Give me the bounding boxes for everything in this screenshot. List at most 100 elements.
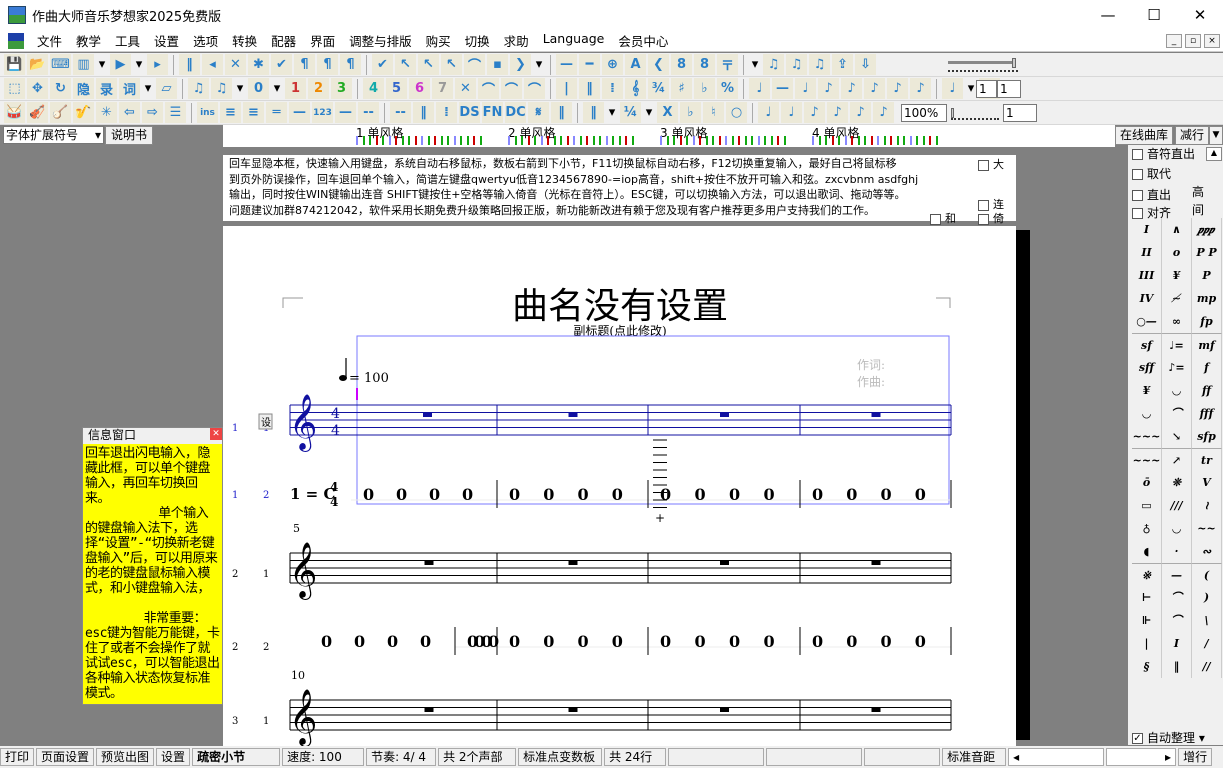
dropdown-arrow-icon[interactable]: ▾ [749, 54, 761, 75]
palette-symbol-button[interactable]: \ [1192, 609, 1222, 632]
tempo-mark[interactable]: = 100 [349, 371, 389, 386]
toolbar-button-icon[interactable]: ▱ [156, 78, 177, 99]
palette-symbol-button[interactable]: III [1132, 264, 1162, 287]
info-close-icon[interactable]: ✕ [210, 428, 222, 440]
manual-button[interactable]: 说明书 [105, 126, 153, 145]
toolbar-button-icon[interactable]: 〒 [717, 54, 738, 75]
toolbar-button-icon[interactable]: ✕ [455, 78, 476, 99]
palette-symbol-button[interactable]: 𝆏𝆏𝆏 [1192, 218, 1222, 241]
toolbar-button-icon[interactable]: ⌨ [50, 54, 71, 75]
toolbar-button-icon[interactable]: ↖ [441, 54, 462, 75]
dropdown-arrow-icon[interactable]: ▾ [643, 102, 655, 123]
app-menu-icon[interactable] [8, 32, 24, 49]
toolbar-button-icon[interactable]: ♪ [818, 78, 839, 99]
toolbar-button-icon[interactable]: ¾ [648, 78, 669, 99]
palette-symbol-button[interactable]: I [1132, 218, 1162, 241]
toolbar-button-icon[interactable]: ♪ [827, 102, 848, 123]
mdi-minimize-button[interactable]: _ [1166, 34, 1182, 48]
palette-symbol-button[interactable]: — [1162, 563, 1192, 586]
lyricist-label[interactable]: 作词: [857, 358, 885, 372]
toolbar-button-icon[interactable]: 5 [386, 78, 407, 99]
toolbar-button-icon[interactable]: | [556, 78, 577, 99]
measure-ruler[interactable]: 1 单风格 2 单风格 3 单风格 4 单风格 [223, 125, 1115, 147]
toolbar-button-icon[interactable]: ❯ [510, 54, 531, 75]
toolbar-button-icon[interactable]: ⇩ [855, 54, 876, 75]
menu-item[interactable]: 转换 [225, 31, 264, 50]
palette-symbol-button[interactable]: ¥ [1162, 264, 1192, 287]
toolbar-button-icon[interactable]: ♫ [763, 54, 784, 75]
toolbar-button-icon[interactable]: 123 [312, 102, 333, 123]
palette-symbol-button[interactable]: // [1192, 655, 1222, 678]
dropdown-arrow-icon[interactable]: ▾ [142, 78, 154, 99]
toolbar-button-icon[interactable]: ♫ [809, 54, 830, 75]
palette-symbol-button[interactable]: mp [1192, 287, 1222, 310]
toolbar-button-icon[interactable]: FN [482, 102, 503, 123]
toolbar-button-icon[interactable]: ‖ [179, 54, 200, 75]
toolbar-button-icon[interactable]: 7 [432, 78, 453, 99]
direct-out-checkbox[interactable]: 直出 [1132, 186, 1171, 203]
palette-symbol-button[interactable]: mf [1192, 333, 1222, 356]
palette-symbol-button[interactable]: sf [1132, 333, 1162, 356]
palette-symbol-button[interactable]: P [1192, 264, 1222, 287]
palette-symbol-button[interactable]: ▭ [1132, 494, 1162, 517]
palette-symbol-button[interactable]: ⌒ [1162, 586, 1192, 609]
note-direct-checkbox[interactable]: 音符直出 [1132, 145, 1195, 162]
toolbar-button-icon[interactable]: DS [459, 102, 480, 123]
font-select[interactable]: 字体扩展符号 ▾ [3, 126, 104, 144]
mdi-restore-button[interactable]: ▫ [1185, 34, 1201, 48]
toolbar-button-icon[interactable]: ≡ [243, 102, 264, 123]
palette-symbol-button[interactable]: ~~ [1192, 517, 1222, 540]
composer-label[interactable]: 作曲: [857, 375, 885, 389]
toolbar-button-icon[interactable]: ═ [266, 102, 287, 123]
toolbar-button-icon[interactable]: 🎻 [27, 102, 48, 123]
palette-symbol-button[interactable]: ♪= [1162, 356, 1192, 379]
menu-item[interactable]: 工具 [108, 31, 147, 50]
toolbar-button-icon[interactable]: — [772, 78, 793, 99]
toolbar-button-icon[interactable]: ⁞ [602, 78, 623, 99]
palette-symbol-button[interactable]: § [1132, 655, 1162, 678]
page-setup-button[interactable]: 页面设置 [36, 748, 95, 766]
toolbar-button-icon[interactable]: ♪ [841, 78, 862, 99]
toolbar-button-icon[interactable]: -- [390, 102, 411, 123]
palette-symbol-button[interactable]: ↗ [1162, 448, 1192, 471]
toolbar-button-icon[interactable]: ⊕ [602, 54, 623, 75]
toolbar-button-icon[interactable]: ◂ [202, 54, 223, 75]
toolbar-button-icon[interactable]: ≡ [220, 102, 241, 123]
palette-symbol-button[interactable]: ◖ [1132, 540, 1162, 563]
menu-item[interactable]: 配器 [264, 31, 303, 50]
palette-symbol-button[interactable]: II [1132, 241, 1162, 264]
menu-item[interactable]: 切换 [458, 31, 497, 50]
palette-symbol-button[interactable]: ⊢ [1132, 586, 1162, 609]
palette-symbol-button[interactable]: fp [1192, 310, 1222, 333]
menu-item[interactable]: 会员中心 [611, 31, 675, 50]
toolbar-button-icon[interactable]: 8 [694, 54, 715, 75]
toolbar-button-icon[interactable]: ⇪ [832, 54, 853, 75]
toolbar-button-icon[interactable]: ♪ [864, 78, 885, 99]
toolbar-button-icon[interactable]: ¼ [620, 102, 641, 123]
toolbar-button-icon[interactable]: 💾 [4, 54, 25, 75]
toolbar-button-icon[interactable]: 4 [363, 78, 384, 99]
palette-symbol-button[interactable]: ff [1192, 379, 1222, 402]
toolbar-button-icon[interactable]: 2 [308, 78, 329, 99]
palette-symbol-button[interactable]: f [1192, 356, 1222, 379]
toolbar-button-icon[interactable]: ⇨ [142, 102, 163, 123]
zoom-select[interactable]: 100% ▾ [901, 104, 947, 136]
online-library-button[interactable]: 在线曲库 [1115, 126, 1173, 145]
palette-symbol-button[interactable]: ⊩ [1132, 609, 1162, 632]
palette-symbol-button[interactable]: ō [1132, 471, 1162, 494]
palette-symbol-button[interactable]: ∞ [1162, 310, 1192, 333]
toolbar-button-icon[interactable]: ♩ [749, 78, 770, 99]
toolbar-button-icon[interactable]: % [717, 78, 738, 99]
toolbar-button-icon[interactable]: DC [505, 102, 526, 123]
toolbar-button-icon[interactable]: ins [197, 102, 218, 123]
toolbar-button-icon[interactable]: 1 [285, 78, 306, 99]
toolbar-button-icon[interactable]: ♭ [680, 102, 701, 123]
palette-symbol-button[interactable]: /// [1162, 494, 1192, 517]
toolbar-button-icon[interactable]: 🎷 [73, 102, 94, 123]
toolbar-button-icon[interactable]: ⌒ [501, 78, 522, 99]
toolbar-button-icon[interactable]: ♪ [850, 102, 871, 123]
toolbar-button-icon[interactable]: ⬚ [4, 78, 25, 99]
toolbar-button-icon[interactable]: 8 [671, 54, 692, 75]
palette-symbol-button[interactable]: ❊ [1162, 471, 1192, 494]
toolbar-button-icon[interactable]: — [556, 54, 577, 75]
